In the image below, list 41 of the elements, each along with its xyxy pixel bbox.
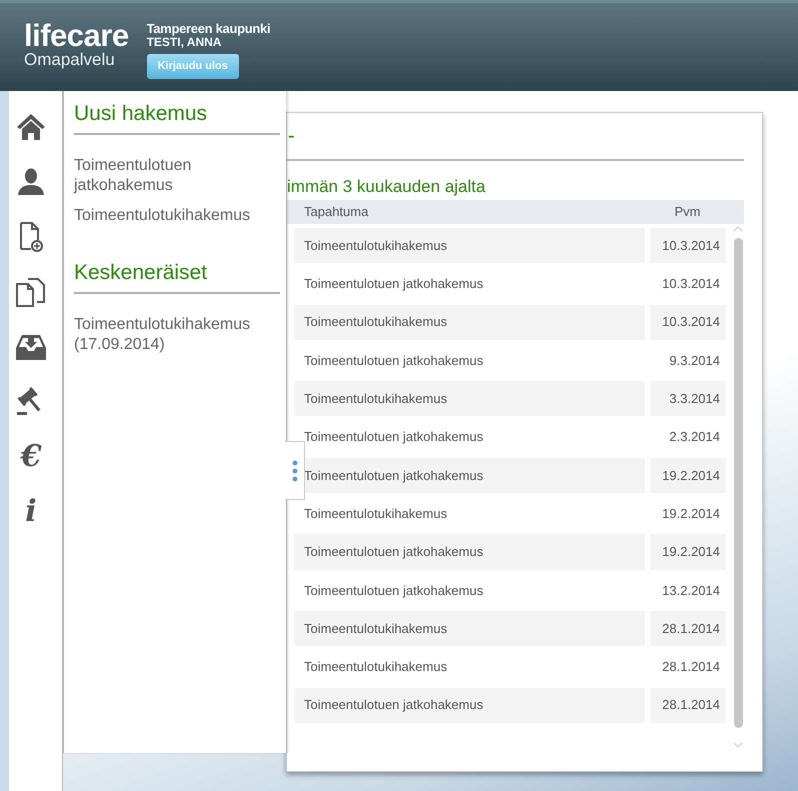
table-cell-text: Toimeentulotukihakemus (303, 658, 448, 676)
table-cell-text: Toimeentulotuen jatkohakemus (303, 352, 484, 370)
table-cell-text: 13.2.2014 (661, 582, 721, 600)
table-cell: Toimeentulotuen jatkohakemus (294, 534, 645, 570)
table-cell-text: Toimeentulotukihakemus (303, 504, 448, 523)
table-cell-text: Toimeentulotuen jatkohakemus (303, 428, 484, 446)
card-subtitle: immän 3 kuukauden ajalta (287, 177, 486, 198)
table-cell: Toimeentulotukihakemus (294, 228, 645, 264)
table-cell: Toimeentulotukihakemus (294, 304, 645, 340)
scrollbar-thumb[interactable] (734, 238, 743, 728)
application-link[interactable]: Toimeentulotukihakemus (74, 206, 280, 226)
column-header: Pvm (674, 203, 702, 222)
table-cell: Toimeentulotukihakemus (294, 610, 645, 646)
table-cell: 28.1.2014 (650, 610, 726, 646)
table-cell-text: 2.3.2014 (668, 428, 721, 446)
table-cell-text: Toimeentulotuen jatkohakemus (303, 275, 484, 294)
table-cell: 28.1.2014 (650, 688, 726, 723)
logo-subtitle: Omapalvelu (24, 51, 116, 69)
application-link[interactable]: Toimeentulotukihakemus (17.09.2014) (74, 315, 280, 355)
user-name: TESTI, ANNA (146, 36, 222, 49)
logo-title: lifecare (24, 21, 129, 51)
table-cell: 3.3.2014 (650, 381, 726, 416)
table-cell-text: 9.3.2014 (668, 352, 721, 370)
table-cell-text: 28.1.2014 (661, 658, 721, 676)
table-cell: 10.3.2014 (650, 304, 726, 340)
table-cell: Toimeentulotuen jatkohakemus (294, 688, 645, 723)
table-cell-text: 19.2.2014 (661, 504, 721, 523)
column-header: Tapahtuma (303, 203, 370, 222)
table-cell: 19.2.2014 (650, 534, 726, 570)
table-cell-text: 10.3.2014 (661, 275, 721, 294)
table-cell: 19.2.2014 (650, 458, 726, 494)
card-heading: - (287, 124, 295, 149)
panel-handle[interactable] (285, 441, 305, 500)
table-cell: Toimeentulotukihakemus (294, 381, 645, 416)
section-heading: Uusi hakemus (74, 101, 280, 135)
table-cell-text: Toimeentulotuen jatkohakemus (303, 582, 484, 600)
table-cell: 10.3.2014 (650, 228, 726, 264)
section-heading: Keskeneräiset (74, 260, 280, 294)
dots-icon (292, 460, 298, 482)
organization-name: Tampereen kaupunki (146, 22, 270, 36)
application-link[interactable]: Toimeentulotuen jatkohakemus (74, 156, 280, 196)
